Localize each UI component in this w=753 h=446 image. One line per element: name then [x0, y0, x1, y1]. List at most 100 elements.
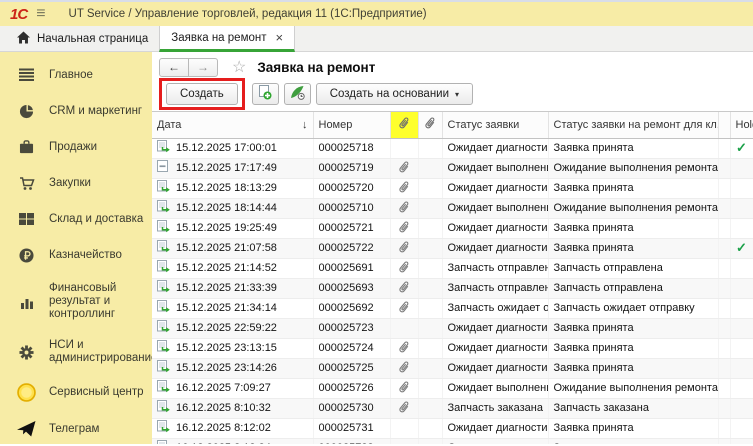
table-row[interactable]: 15.12.2025 17:00:01000025718Ожидает диаг… — [152, 138, 753, 158]
cell-attachment-2[interactable] — [418, 218, 442, 238]
cell-request-status[interactable]: Ожидает диагностики — [442, 358, 548, 378]
cell-hold[interactable] — [730, 218, 753, 238]
cell-request-status[interactable]: Запчасть отправлена — [442, 258, 548, 278]
cell-date[interactable]: 16.12.2025 7:09:27 — [152, 378, 313, 398]
create-button[interactable]: Создать — [166, 83, 238, 105]
cell-attachment-2[interactable] — [418, 158, 442, 178]
cell-attachment-2[interactable] — [418, 258, 442, 278]
cell-number[interactable]: 000025726 — [313, 378, 390, 398]
cell-client-status[interactable]: Запчасть отправлена — [548, 258, 718, 278]
cell-hold[interactable] — [730, 298, 753, 318]
cell-number[interactable]: 000025720 — [313, 178, 390, 198]
tab-repair-request[interactable]: Заявка на ремонт × — [159, 26, 295, 52]
cell-empty[interactable] — [718, 198, 730, 218]
sidebar-item-4[interactable]: Склад и доставка — [0, 201, 152, 237]
cell-attachment[interactable] — [390, 258, 418, 278]
cell-hold[interactable] — [730, 438, 753, 444]
cell-attachment-2[interactable] — [418, 418, 442, 438]
sidebar-item-6[interactable]: Финансовый результат и контроллинг — [0, 273, 152, 330]
cell-number[interactable]: 000025710 — [313, 198, 390, 218]
cell-request-status[interactable]: Ожидает диагностики — [442, 418, 548, 438]
cell-client-status[interactable]: Заявка принята — [548, 338, 718, 358]
cell-empty[interactable] — [718, 138, 730, 158]
cell-hold[interactable] — [730, 398, 753, 418]
table-row[interactable]: 15.12.2025 23:14:26000025725Ожидает диаг… — [152, 358, 753, 378]
table-row[interactable]: 15.12.2025 18:13:29000025720 Ожидает диаг… — [152, 178, 753, 198]
cell-request-status[interactable]: Ожидает диагностики — [442, 218, 548, 238]
cell-client-status[interactable]: Заявка принята — [548, 138, 718, 158]
cell-request-status[interactable]: Ожидает выполнени... — [442, 378, 548, 398]
cell-attachment-2[interactable] — [418, 238, 442, 258]
table-row[interactable]: 15.12.2025 21:14:52000025691 Запчасть отп… — [152, 258, 753, 278]
table-row[interactable]: 15.12.2025 21:33:39000025693Запчасть отп… — [152, 278, 753, 298]
cell-attachment-2[interactable] — [418, 378, 442, 398]
table-row[interactable]: 15.12.2025 18:14:44000025710Ожидает выпо… — [152, 198, 753, 218]
sidebar-item-1[interactable]: CRM и маркетинг — [0, 93, 152, 129]
cell-client-status[interactable]: Ожидание выполнения ремонта — [548, 158, 718, 178]
cell-attachment[interactable] — [390, 358, 418, 378]
column-header-attachments-highlighted[interactable] — [390, 112, 418, 138]
cell-hold[interactable] — [730, 358, 753, 378]
cell-attachment[interactable] — [390, 338, 418, 358]
cell-request-status[interactable]: Ожидает диагностики — [442, 178, 548, 198]
cell-number[interactable]: 000025692 — [313, 298, 390, 318]
cell-date[interactable]: 15.12.2025 21:07:58 — [152, 238, 313, 258]
cell-empty[interactable] — [718, 158, 730, 178]
cell-number[interactable]: 000025723 — [313, 318, 390, 338]
cell-number[interactable]: 000025731 — [313, 418, 390, 438]
cell-client-status[interactable]: Заявка принята — [548, 418, 718, 438]
table-row[interactable]: 16.12.2025 7:09:27000025726 Ожидает выпол… — [152, 378, 753, 398]
cell-date[interactable]: 15.12.2025 17:00:01 — [152, 138, 313, 158]
column-header-attachments[interactable] — [418, 112, 442, 138]
cell-date[interactable]: 15.12.2025 23:13:15 — [152, 338, 313, 358]
cell-empty[interactable] — [718, 418, 730, 438]
cell-empty[interactable] — [718, 338, 730, 358]
cell-request-status[interactable]: Ожидает диагностики — [442, 138, 548, 158]
cell-date[interactable]: 16.12.2025 8:10:32 — [152, 398, 313, 418]
cell-request-status[interactable]: Ожидает диагностики — [442, 438, 548, 444]
cell-hold[interactable] — [730, 338, 753, 358]
cell-date[interactable]: 15.12.2025 23:14:26 — [152, 358, 313, 378]
forward-button[interactable]: → — [188, 58, 218, 77]
cell-hold[interactable] — [730, 418, 753, 438]
sidebar-item-0[interactable]: Главное — [0, 57, 152, 93]
cell-attachment[interactable] — [390, 318, 418, 338]
cell-request-status[interactable]: Запчасть ожидает от... — [442, 298, 548, 318]
cell-client-status[interactable]: Запчасть отправлена — [548, 278, 718, 298]
cell-attachment[interactable] — [390, 218, 418, 238]
cell-date[interactable]: 16.12.2025 8:12:34 — [152, 438, 313, 444]
cell-attachment[interactable] — [390, 138, 418, 158]
cell-client-status[interactable]: Заявка принята — [548, 358, 718, 378]
cell-client-status[interactable]: Заявка принята — [548, 178, 718, 198]
cell-attachment-2[interactable] — [418, 438, 442, 444]
cell-empty[interactable] — [718, 258, 730, 278]
table-row[interactable]: 15.12.2025 19:25:49000025721Ожидает диаг… — [152, 218, 753, 238]
cell-number[interactable]: 000025722 — [313, 238, 390, 258]
cell-client-status[interactable]: Заявка принята — [548, 218, 718, 238]
cell-attachment-2[interactable] — [418, 358, 442, 378]
cell-attachment[interactable] — [390, 418, 418, 438]
cell-request-status[interactable]: Ожидает диагностики — [442, 238, 548, 258]
column-header-number[interactable]: Номер — [313, 112, 390, 138]
deferred-posting-button[interactable] — [284, 83, 311, 105]
table-row[interactable]: 15.12.2025 21:07:58000025722 Ожидает диаг… — [152, 238, 753, 258]
cell-empty[interactable] — [718, 378, 730, 398]
close-icon[interactable]: × — [276, 31, 284, 44]
cell-date[interactable]: 15.12.2025 18:13:29 — [152, 178, 313, 198]
column-header-date[interactable]: Дата ↓ — [152, 112, 313, 138]
sidebar-item-7[interactable]: НСИ и администрирование — [0, 330, 152, 374]
cell-attachment-2[interactable] — [418, 398, 442, 418]
cell-date[interactable]: 15.12.2025 18:14:44 — [152, 198, 313, 218]
favorite-star-icon[interactable]: ☆ — [232, 57, 246, 77]
cell-attachment[interactable] — [390, 398, 418, 418]
cell-attachment-2[interactable] — [418, 338, 442, 358]
cell-date[interactable]: 16.12.2025 8:12:02 — [152, 418, 313, 438]
cell-attachment[interactable] — [390, 158, 418, 178]
cell-number[interactable]: 000025691 — [313, 258, 390, 278]
cell-request-status[interactable]: Ожидает выполнени... — [442, 158, 548, 178]
cell-date[interactable]: 15.12.2025 21:14:52 — [152, 258, 313, 278]
cell-date[interactable]: 15.12.2025 17:17:49 — [152, 158, 313, 178]
cell-client-status[interactable]: Заявка принята — [548, 318, 718, 338]
cell-client-status[interactable]: Запчасть заказана — [548, 398, 718, 418]
cell-attachment-2[interactable] — [418, 178, 442, 198]
